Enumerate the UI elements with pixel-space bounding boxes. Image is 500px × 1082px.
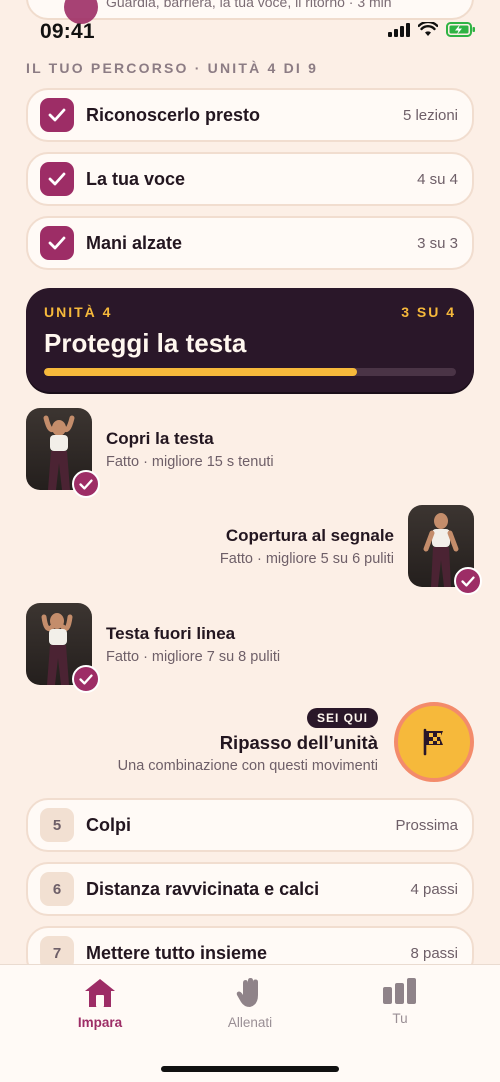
unit-meta: 3 su 3: [417, 234, 458, 252]
unit-card-completed[interactable]: Riconoscerlo presto 5 lezioni: [26, 88, 474, 142]
check-icon: [48, 172, 66, 186]
home-indicator: [161, 1066, 339, 1072]
tab-tu[interactable]: Tu: [350, 977, 450, 1026]
lesson-title[interactable]: Copertura al segnale: [226, 526, 394, 546]
unit-card-upcoming[interactable]: 5 Colpi Prossima: [26, 798, 474, 852]
unit-meta: 4 passi: [410, 880, 458, 898]
lesson-title[interactable]: Testa fuori linea: [106, 624, 235, 644]
unit-number: 6: [40, 872, 74, 906]
check-icon: [79, 478, 93, 490]
battery-charging-icon: [446, 22, 475, 37]
checkbox-checked: [40, 226, 74, 260]
checkered-flag-icon: [423, 728, 443, 756]
unit-title: Mettere tutto insieme: [86, 942, 268, 963]
lesson-title[interactable]: Copri la testa: [106, 429, 214, 449]
completed-badge: [72, 665, 100, 693]
unit-title: Proteggi la testa: [44, 328, 247, 358]
unit-number-label: UNITÀ 4: [44, 304, 113, 320]
unit-number: 5: [40, 808, 74, 842]
lesson-subtitle: Fatto · migliore 7 su 8 puliti: [106, 649, 281, 665]
review-start-button[interactable]: [394, 702, 474, 782]
bar-chart-icon: [383, 978, 416, 1004]
status-time: 09:41: [40, 20, 95, 43]
unit-progress-count: 3 SU 4: [401, 304, 456, 320]
lesson-subtitle: Fatto · migliore 15 s tenuti: [106, 454, 274, 470]
unit-meta: 8 passi: [410, 944, 458, 962]
unit-title: Mani alzate: [86, 232, 183, 253]
tab-allenati[interactable]: Allenati: [200, 977, 300, 1030]
status-bar: 09:41: [0, 0, 500, 60]
home-icon: [85, 979, 115, 1007]
hand-icon: [236, 978, 258, 1007]
checkbox-checked: [40, 162, 74, 196]
check-icon: [79, 673, 93, 685]
tab-impara[interactable]: Impara: [50, 977, 150, 1030]
tab-label: Allenati: [227, 1015, 273, 1030]
unit-progress-fill: [44, 368, 358, 376]
completed-badge: [72, 470, 100, 498]
unit-card-completed[interactable]: La tua voce 4 su 4: [26, 152, 474, 206]
unit-card-upcoming[interactable]: 6 Distanza ravvicinata e calci 4 passi: [26, 862, 474, 916]
you-are-here-badge: SEI QUI: [306, 708, 378, 728]
tab-label: Impara: [77, 1015, 123, 1030]
section-label: IL TUO PERCORSO · UNITÀ 4 DI 9: [26, 60, 319, 76]
completed-badge: [454, 567, 482, 595]
wifi-icon: [418, 22, 438, 36]
lesson-subtitle: Fatto · migliore 5 su 6 puliti: [219, 551, 394, 567]
review-subtitle: Una combinazione con questi movimenti: [117, 758, 378, 774]
check-icon: [48, 236, 66, 250]
unit-progress-bar: [44, 368, 456, 376]
unit-card-completed[interactable]: Mani alzate 3 su 3: [26, 216, 474, 270]
unit-meta: 4 su 4: [417, 170, 458, 188]
unit-title: Colpi: [86, 814, 131, 835]
cellular-signal-icon: [388, 22, 410, 37]
unit-meta: 5 lezioni: [402, 106, 458, 124]
tab-label: Tu: [392, 1011, 408, 1026]
current-unit-card[interactable]: UNITÀ 4 3 SU 4 Proteggi la testa: [26, 288, 474, 392]
unit-title: La tua voce: [86, 168, 186, 189]
check-icon: [461, 575, 475, 587]
review-title[interactable]: Ripasso dell’unità: [220, 732, 378, 754]
bottom-tab-bar: Impara Allenati Tu: [0, 964, 500, 1082]
checkbox-checked: [40, 98, 74, 132]
unit-title: Distanza ravvicinata e calci: [86, 878, 320, 899]
check-icon: [48, 108, 66, 122]
unit-meta: Prossima: [395, 816, 458, 834]
status-icons: [388, 22, 476, 37]
unit-title: Riconoscerlo presto: [86, 104, 261, 125]
